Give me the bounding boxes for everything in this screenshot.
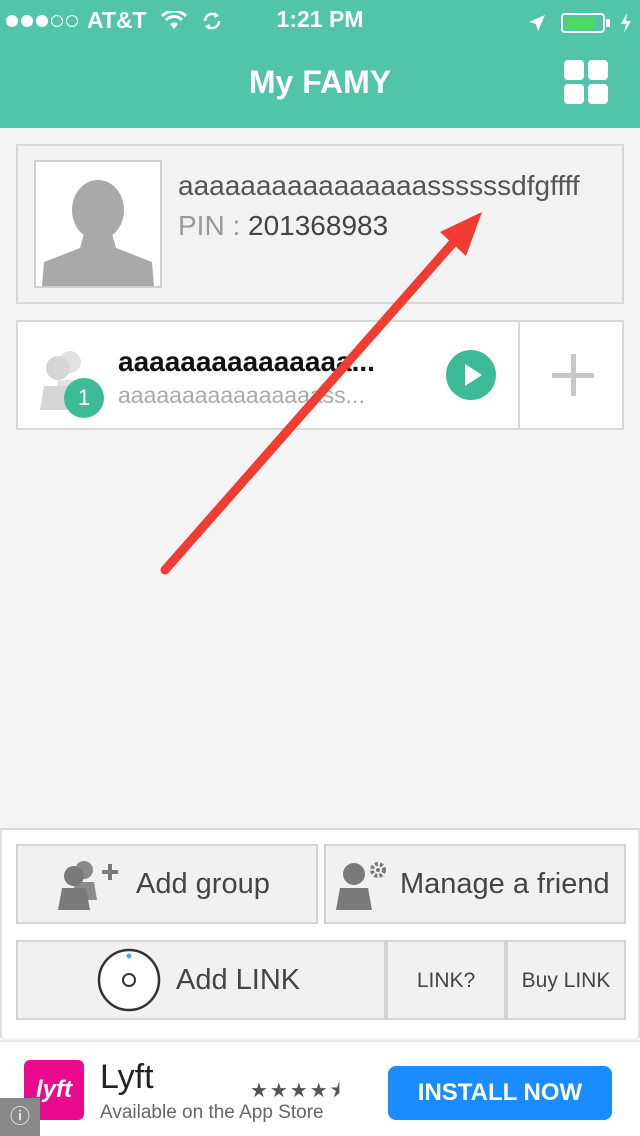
pin-row: PIN : 201368983 [178,210,388,242]
ad-banner[interactable]: lyft Lyft Available on the App Store ★★★… [0,1040,640,1136]
profile-name: aaaaaaaaaaaaaaaassssssdfgffff [178,170,580,201]
pin-value: 201368983 [248,210,389,241]
member-count-badge: 1 [64,378,104,418]
battery-icon [560,12,605,33]
group-title: aaaaaaaaaaaaaaa... [118,346,375,377]
ad-info-icon[interactable]: ⓘ [0,1098,40,1136]
battery-fill [564,16,596,29]
add-link-button[interactable]: Add LINK [16,940,386,1020]
grid-menu-icon [564,60,584,80]
add-group-label: Add group [136,868,270,900]
status-bar: AT&T 1:21 PM [0,0,640,40]
grid-menu-icon-tile [564,84,584,104]
add-link-label: Add LINK [176,964,301,996]
group-card[interactable]: 1 aaaaaaaaaaaaaaa... aaaaaaaaaaaaaaaass.… [16,320,624,430]
app-header: AT&T 1:21 PM My FAMY [0,0,640,128]
link-info-button[interactable]: LINK? [386,940,506,1020]
add-group-button[interactable]: Add group [16,844,318,924]
status-right [528,8,632,35]
grid-menu-icon-tile [588,60,608,80]
manage-friend-label: Manage a friend [400,868,610,900]
person-placeholder-icon [36,162,160,286]
battery-cap [605,18,610,27]
ad-app-name: Lyft [100,1058,154,1096]
grid-menu-button[interactable] [564,60,610,106]
add-group-icon [58,861,118,910]
page-title: My FAMY [248,64,392,100]
buy-link-button[interactable]: Buy LINK [506,940,626,1020]
action-panel: Add group Manage a friend Add LINK LINK?… [0,828,640,1038]
install-now-button[interactable]: INSTALL NOW [388,1066,612,1120]
pin-label: PIN : [178,210,241,241]
link-device-icon [97,948,161,1012]
manage-friend-button[interactable]: Manage a friend [324,844,626,924]
avatar[interactable] [34,160,162,288]
grid-menu-icon-tile [588,84,608,104]
location-arrow-icon [529,14,546,31]
profile-card[interactable]: aaaaaaaaaaaaaaaassssssdfgffff PIN : 2013… [16,144,624,304]
rating-stars-icon: ★★★★⯨ [250,1080,343,1102]
play-icon[interactable] [446,350,496,400]
charging-bolt-icon [621,12,631,33]
group-subtitle: aaaaaaaaaaaaaaaass... [118,382,365,408]
link-info-label: LINK? [416,969,476,992]
manage-friend-icon [336,862,386,910]
buy-link-label: Buy LINK [521,969,611,992]
add-to-group-button[interactable] [518,322,624,428]
